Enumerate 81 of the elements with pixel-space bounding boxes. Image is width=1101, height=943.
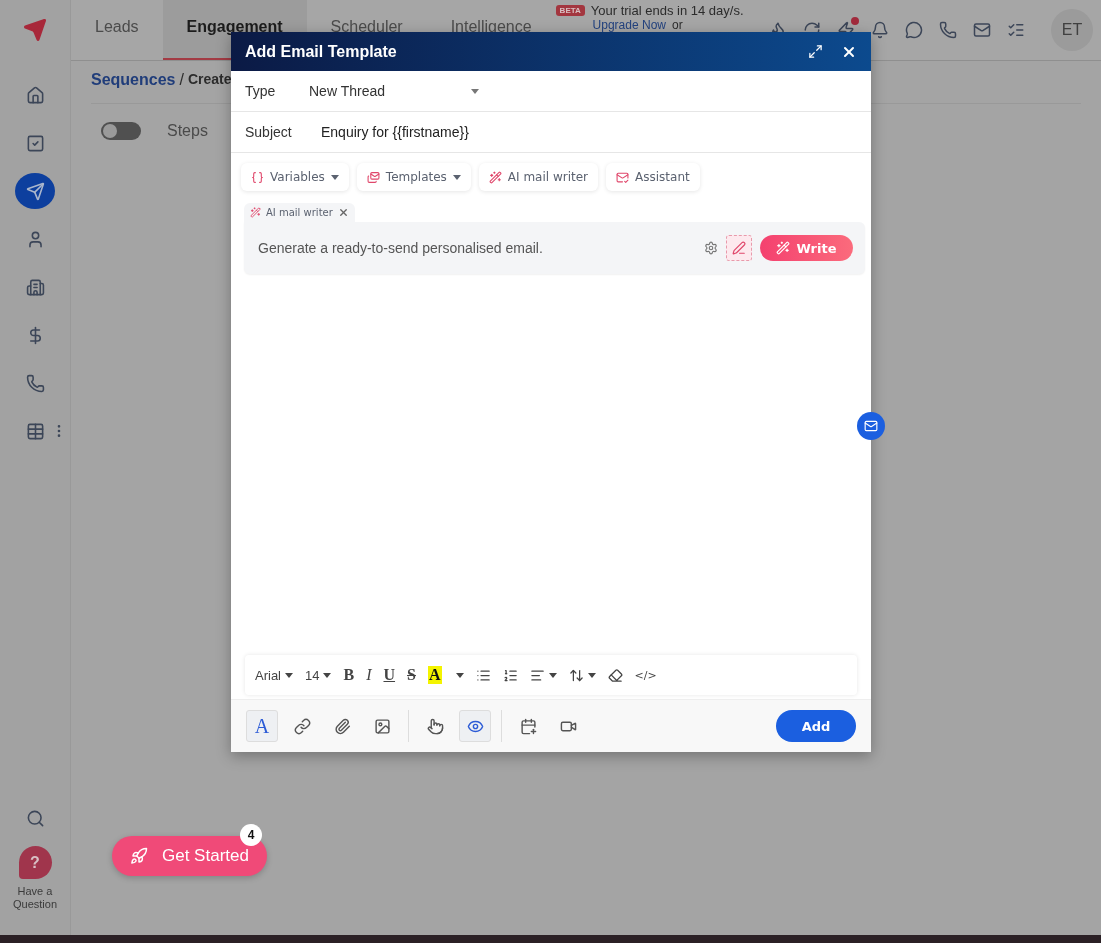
steps-label: Steps	[167, 122, 208, 140]
edit-button[interactable]	[726, 235, 752, 261]
caret-icon	[548, 672, 557, 678]
user-avatar[interactable]: ET	[1051, 9, 1093, 51]
phone-icon[interactable]	[939, 21, 957, 39]
toolbar-button[interactable]: Variables	[241, 163, 349, 191]
settings-icon[interactable]	[704, 241, 718, 255]
templates-icon	[366, 170, 380, 184]
prompt-field[interactable]: Generate a ready-to-send personalised email.	[256, 239, 696, 257]
text-format-button[interactable]: A	[246, 710, 278, 742]
logo-icon	[23, 18, 47, 42]
ai-tab-label: AI mail writer	[266, 207, 333, 218]
eraser-icon	[607, 667, 623, 683]
toolbar-button[interactable]: Templates	[356, 163, 471, 191]
bullets-button[interactable]	[475, 667, 491, 683]
add-button[interactable]: Add	[776, 710, 856, 742]
trial-text: Your trial ends in 14 day/s.	[590, 3, 744, 18]
strike-button[interactable]: S	[407, 666, 416, 684]
send-icon	[25, 181, 45, 201]
toolbar-button[interactable]: AI mail writer	[478, 163, 599, 191]
search-icon[interactable]	[25, 809, 45, 828]
highlight-button[interactable]: A	[427, 666, 464, 684]
eraser-button[interactable]	[607, 667, 623, 683]
ai-writer-tab[interactable]: AI mail writer	[244, 203, 355, 222]
pointer-icon	[426, 717, 444, 735]
assistant-icon	[616, 170, 630, 184]
wand-icon	[250, 207, 261, 218]
help-label: Have a Question	[12, 885, 58, 911]
phone-icon	[25, 373, 45, 393]
variables-icon	[251, 170, 264, 184]
bold-button[interactable]: B	[343, 666, 355, 684]
breadcrumb-link[interactable]: Sequences	[91, 71, 176, 89]
calendar-icon	[519, 717, 537, 735]
steps-toggle[interactable]	[101, 122, 141, 140]
checklist-icon[interactable]	[1007, 21, 1025, 39]
wand-icon	[776, 241, 791, 255]
tasks-icon	[25, 133, 45, 153]
table-icon	[25, 421, 45, 441]
caret-icon	[452, 174, 461, 180]
count-badge: 4	[240, 824, 262, 846]
bell-icon[interactable]	[871, 21, 889, 39]
caret-icon	[330, 174, 339, 180]
breadcrumb-current: Create	[187, 71, 232, 89]
building-icon	[25, 277, 45, 297]
mail-icon	[864, 419, 878, 433]
sidebar-item[interactable]	[15, 173, 55, 209]
size-button[interactable]	[568, 667, 596, 683]
toolbar-button[interactable]: Assistant	[606, 163, 700, 191]
link-icon	[293, 717, 311, 735]
preview-button[interactable]	[459, 710, 491, 742]
trial-suffix: or	[672, 18, 683, 32]
caret-icon	[587, 672, 596, 678]
pen-icon	[732, 241, 746, 255]
italic-button[interactable]: I	[366, 666, 372, 684]
underline-button[interactable]: U	[383, 666, 396, 684]
field-label: Type	[245, 83, 277, 99]
numbers-button[interactable]	[502, 667, 518, 683]
chat-icon[interactable]	[905, 21, 923, 39]
nav-tab[interactable]: Leads	[71, 0, 163, 60]
breadcrumb-separator: /	[179, 71, 184, 89]
expand-icon[interactable]	[808, 44, 823, 59]
type-select[interactable]: New Thread	[309, 83, 479, 99]
numbers-icon	[502, 667, 518, 683]
upgrade-link[interactable]: Upgrade Now	[592, 18, 666, 32]
font-select[interactable]: Arial	[255, 667, 293, 683]
align-icon	[529, 667, 545, 683]
mail-icon[interactable]	[973, 21, 991, 39]
mail-fab[interactable]	[857, 412, 885, 440]
field-label: Subject	[245, 124, 293, 140]
code-button[interactable]: </>	[634, 668, 657, 682]
close-icon[interactable]	[337, 207, 349, 218]
home-icon	[25, 85, 45, 105]
ai-icon	[488, 170, 502, 184]
image-icon	[373, 717, 391, 735]
help-bubble[interactable]: ?	[18, 846, 52, 879]
bullets-icon	[475, 667, 491, 683]
align-button[interactable]	[529, 667, 557, 683]
attach-icon	[333, 717, 351, 735]
size-select[interactable]: 14	[305, 667, 332, 683]
rocket-icon	[130, 847, 148, 865]
beta-badge: BETA	[555, 5, 585, 16]
